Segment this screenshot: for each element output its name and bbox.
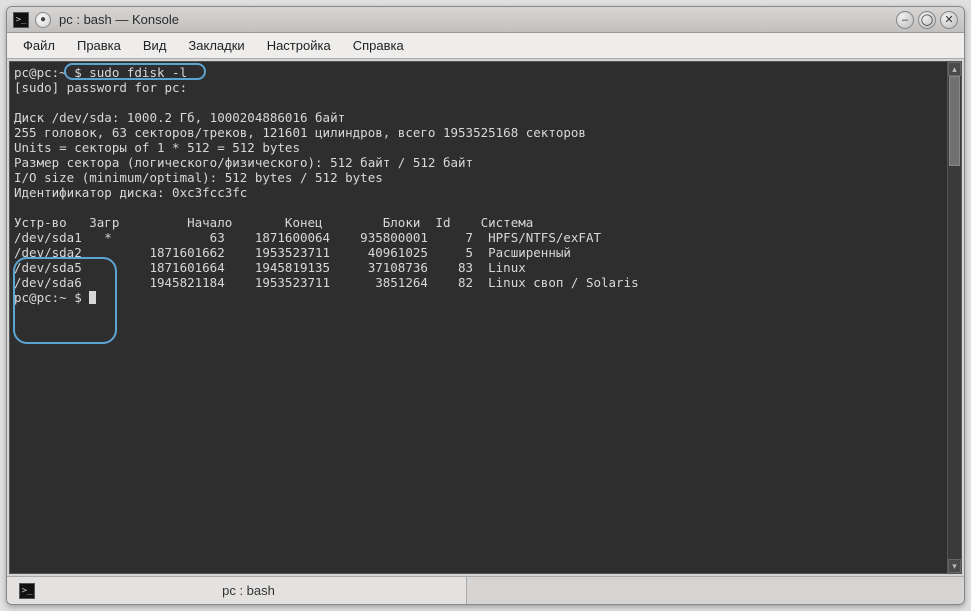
terminal-container: pc@pc:~ $ sudo fdisk -l [sudo] password … bbox=[9, 61, 962, 574]
menu-help[interactable]: Справка bbox=[343, 35, 414, 56]
konsole-window: >_ ● pc : bash — Konsole – ◯ ✕ Файл Прав… bbox=[6, 6, 965, 605]
menu-view[interactable]: Вид bbox=[133, 35, 177, 56]
tab-active[interactable]: >_ pc : bash bbox=[7, 577, 467, 604]
app-icon: >_ bbox=[13, 12, 29, 28]
window-title: pc : bash — Konsole bbox=[59, 12, 179, 27]
menu-settings[interactable]: Настройка bbox=[257, 35, 341, 56]
cursor bbox=[89, 291, 96, 304]
minimize-button[interactable]: – bbox=[896, 11, 914, 29]
tab-app-icon: >_ bbox=[19, 583, 35, 599]
menu-bookmarks[interactable]: Закладки bbox=[178, 35, 254, 56]
pin-icon[interactable]: ● bbox=[35, 12, 51, 28]
tab-label: pc : bash bbox=[43, 583, 454, 598]
menu-file[interactable]: Файл bbox=[13, 35, 65, 56]
tabbar: >_ pc : bash bbox=[7, 576, 964, 604]
maximize-button[interactable]: ◯ bbox=[918, 11, 936, 29]
close-button[interactable]: ✕ bbox=[940, 11, 958, 29]
scroll-down-icon[interactable]: ▾ bbox=[948, 559, 961, 573]
scroll-up-icon[interactable]: ▴ bbox=[948, 62, 961, 76]
terminal[interactable]: pc@pc:~ $ sudo fdisk -l [sudo] password … bbox=[10, 62, 947, 573]
titlebar[interactable]: >_ ● pc : bash — Konsole – ◯ ✕ bbox=[7, 7, 964, 33]
scroll-thumb[interactable] bbox=[949, 76, 960, 166]
menu-edit[interactable]: Правка bbox=[67, 35, 131, 56]
menubar: Файл Правка Вид Закладки Настройка Справ… bbox=[7, 33, 964, 59]
scrollbar[interactable]: ▴ ▾ bbox=[947, 62, 961, 573]
